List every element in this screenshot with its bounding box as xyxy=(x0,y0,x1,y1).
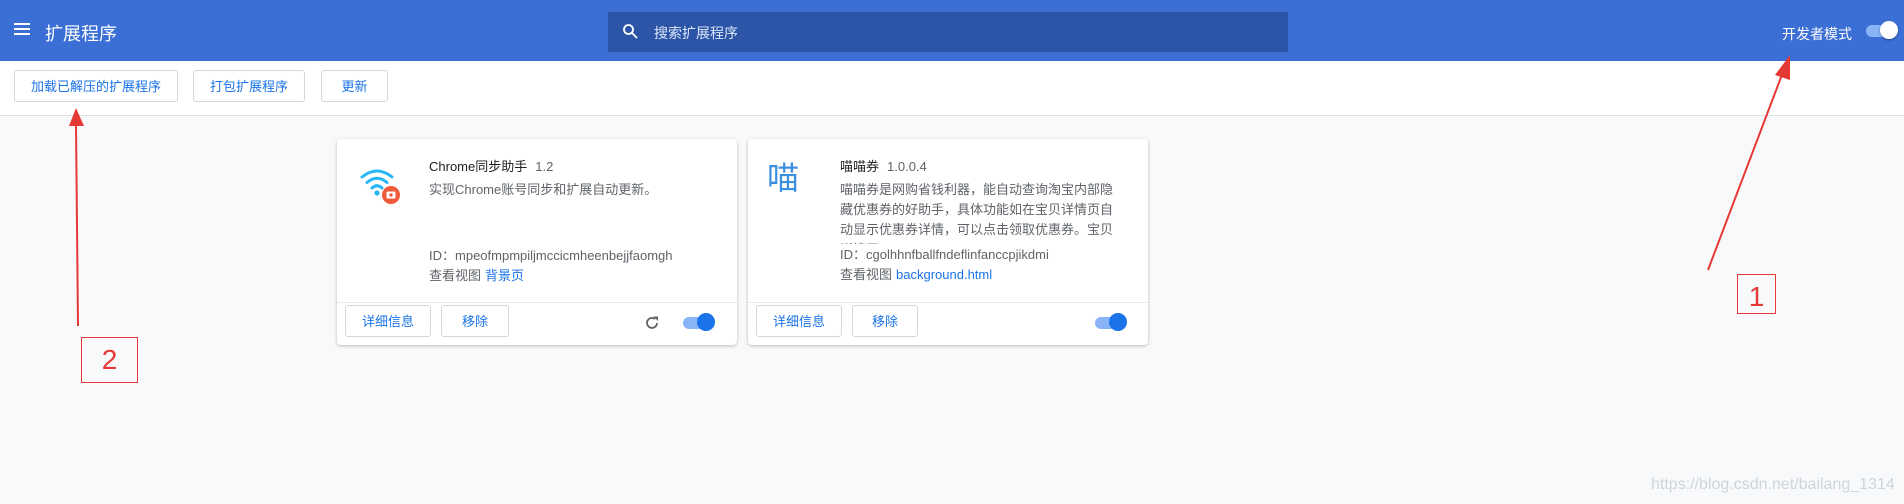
load-unpacked-button[interactable]: 加载已解压的扩展程序 xyxy=(14,70,178,102)
wifi-sync-icon xyxy=(360,169,400,204)
details-button[interactable]: 详细信息 xyxy=(345,305,431,337)
remove-button[interactable]: 移除 xyxy=(441,305,509,337)
pack-extension-button[interactable]: 打包扩展程序 xyxy=(193,70,305,102)
background-page-link[interactable]: 背景页 xyxy=(485,268,524,283)
inspect-views: 查看视图 background.html xyxy=(840,267,993,282)
meow-text-icon: 喵 xyxy=(766,160,799,196)
developer-mode-label: 开发者模式 xyxy=(1782,26,1852,42)
hamburger-menu-icon[interactable] xyxy=(14,23,30,37)
extension-enable-toggle[interactable] xyxy=(1095,313,1127,331)
card-divider xyxy=(748,302,1148,303)
annotation-label-2: 2 xyxy=(81,337,138,383)
extension-card-chrome-sync: Chrome同步助手 1.2 实现Chrome账号同步和扩展自动更新。 ID：mp… xyxy=(337,139,737,345)
extension-card-meow-coupon: 喵 喵喵券 1.0.0.4 喵喵券是网购省钱利器，能自动查询淘宝内部隐藏优惠券的好… xyxy=(748,139,1148,345)
search-icon xyxy=(623,24,638,39)
watermark: https://blog.csdn.net/bailang_1314 xyxy=(1651,476,1895,493)
details-button[interactable]: 详细信息 xyxy=(756,305,842,337)
developer-mode-toggle[interactable] xyxy=(1866,21,1898,39)
developer-toolbar: 加载已解压的扩展程序 打包扩展程序 更新 xyxy=(0,61,1904,116)
search-box[interactable] xyxy=(608,12,1288,52)
page-title: 扩展程序 xyxy=(45,24,117,44)
inspect-views: 查看视图 背景页 xyxy=(429,268,525,283)
background-html-link[interactable]: background.html xyxy=(896,267,992,282)
remove-button[interactable]: 移除 xyxy=(852,305,918,337)
extension-version: 1.0.0.4 xyxy=(887,159,927,174)
extension-version: 1.2 xyxy=(535,159,554,174)
extension-description: 实现Chrome账号同步和扩展自动更新。 xyxy=(429,182,658,197)
search-input[interactable] xyxy=(652,21,1256,45)
annotation-arrow-2 xyxy=(69,108,84,327)
extension-enable-toggle[interactable] xyxy=(683,313,715,331)
extension-name: 喵喵券 1.0.0.4 xyxy=(840,159,927,174)
reload-icon[interactable] xyxy=(642,313,662,333)
card-divider xyxy=(337,302,737,303)
update-button[interactable]: 更新 xyxy=(321,70,388,102)
extension-name: Chrome同步助手 1.2 xyxy=(429,159,554,174)
extension-description: 喵喵券是网购省钱利器，能自动查询淘宝内部隐藏优惠券的好助手，具体功能如在宝贝详情… xyxy=(840,182,1114,244)
annotation-label-1: 1 xyxy=(1737,274,1776,314)
top-bar: 扩展程序 开发者模式 xyxy=(0,0,1904,61)
extension-id: ID：cgolhhnfballfndeflinfanccpjikdmi xyxy=(840,247,1049,262)
extension-id: ID：mpeofmpmpiljmccicmheenbejjfaomgh xyxy=(429,248,673,263)
